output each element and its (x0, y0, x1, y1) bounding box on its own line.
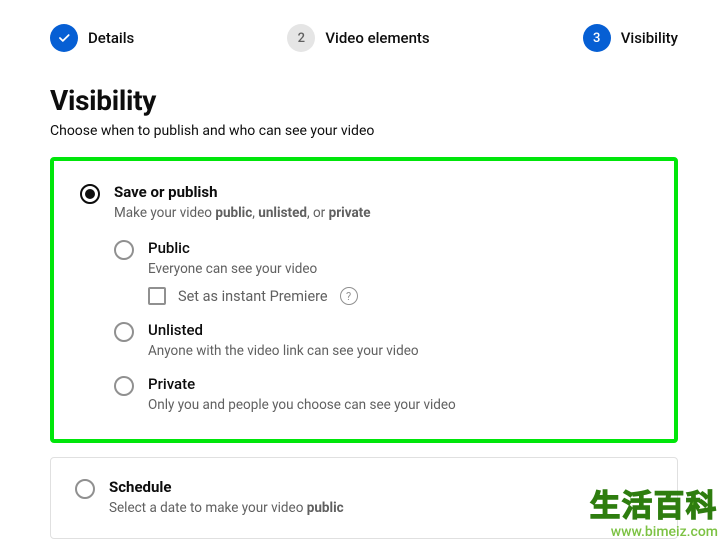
check-icon (50, 24, 78, 52)
step-label: Visibility (621, 29, 678, 47)
save-or-publish-panel: Save or publish Make your video public, … (50, 157, 678, 443)
instant-premiere-row: Set as instant Premiere ? (148, 287, 648, 305)
option-title: Unlisted (148, 321, 648, 339)
page-subtitle: Choose when to publish and who can see y… (50, 123, 678, 139)
step-number-icon: 3 (583, 24, 611, 52)
radio-unselected-icon (114, 240, 134, 260)
schedule-title: Schedule (109, 478, 653, 496)
stepper: Details 2 Video elements 3 Visibility (0, 0, 728, 76)
step-video-elements[interactable]: 2 Video elements (287, 24, 429, 52)
premiere-checkbox[interactable] (148, 287, 166, 305)
step-number-icon: 2 (287, 24, 315, 52)
visibility-option-private[interactable]: Private Only you and people you choose c… (114, 375, 648, 413)
step-label: Video elements (325, 29, 429, 47)
radio-selected-icon (80, 184, 100, 204)
option-desc: Anyone with the video link can see your … (148, 343, 648, 359)
save-or-publish-radio[interactable]: Save or publish Make your video public, … (80, 183, 648, 221)
page-title: Visibility (50, 84, 678, 117)
save-or-publish-desc: Make your video public, unlisted, or pri… (114, 205, 648, 221)
visibility-option-unlisted[interactable]: Unlisted Anyone with the video link can … (114, 321, 648, 359)
radio-unselected-icon (75, 479, 95, 499)
radio-unselected-icon (114, 376, 134, 396)
option-title: Public (148, 239, 648, 257)
page-heading: Visibility Choose when to publish and wh… (0, 76, 728, 139)
schedule-panel: Schedule Select a date to make your vide… (50, 457, 678, 539)
help-icon[interactable]: ? (340, 287, 358, 305)
option-title: Private (148, 375, 648, 393)
option-desc: Everyone can see your video (148, 261, 648, 277)
step-visibility[interactable]: 3 Visibility (583, 24, 678, 52)
step-label: Details (88, 29, 134, 47)
schedule-radio[interactable]: Schedule Select a date to make your vide… (75, 478, 653, 516)
schedule-desc: Select a date to make your video public (109, 500, 653, 516)
premiere-label: Set as instant Premiere (178, 288, 328, 305)
visibility-option-public[interactable]: Public Everyone can see your video Set a… (114, 239, 648, 305)
save-or-publish-title: Save or publish (114, 183, 648, 201)
option-desc: Only you and people you choose can see y… (148, 397, 648, 413)
step-details[interactable]: Details (50, 24, 134, 52)
radio-unselected-icon (114, 322, 134, 342)
